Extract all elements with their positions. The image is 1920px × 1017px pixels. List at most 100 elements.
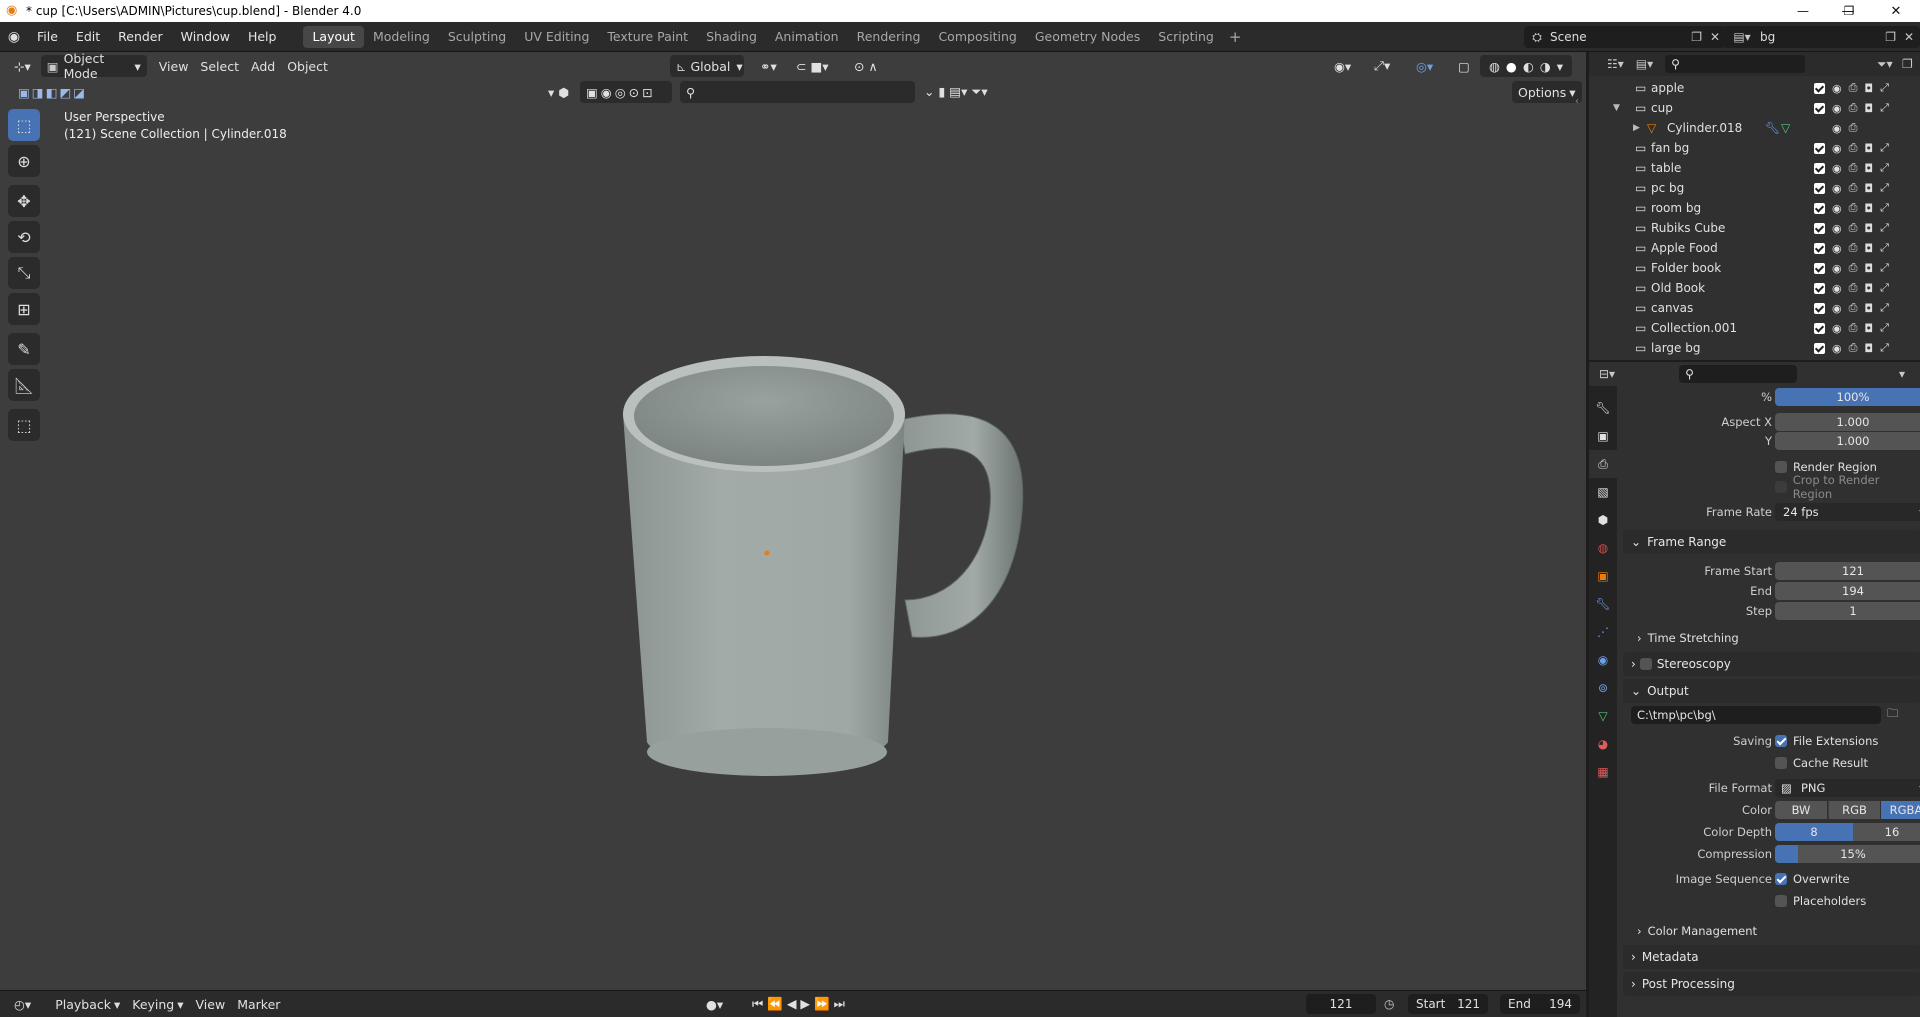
aspect-y-field[interactable]: 1.000 [1775,432,1920,450]
output-tab-icon[interactable]: ⎙ [1589,450,1617,478]
3d-viewport[interactable]: ⊹▾ ▣ Object Mode ▾ View Select Add Objec… [0,52,1586,990]
start-frame-field[interactable]: Start 121 [1408,994,1488,1014]
indirect-only-icon[interactable]: ⤢ [1880,281,1889,295]
file-format-dropdown[interactable]: ▨PNG▾ [1775,779,1920,797]
holdout-icon[interactable]: ◘ [1864,302,1873,315]
outliner-row[interactable]: ▼ ▭ cup ◉ ⎙ ◘ ⤢ [1589,98,1920,118]
frame-start-field[interactable]: 121 [1775,562,1920,580]
scene-tab-icon[interactable]: ⬢ [1589,506,1617,534]
timeline-editor-icon[interactable]: ◴▾ [8,993,37,1015]
folder-icon[interactable]: 🗀︎ [1887,706,1899,725]
tab-sculpting[interactable]: Sculpting [439,26,515,48]
camera-icon[interactable]: ⎙ [1849,201,1858,215]
outliner-row[interactable]: ▭ Folder book ◉ ⎙ ◘ ⤢ [1589,258,1920,278]
holdout-icon[interactable]: ◘ [1864,102,1873,115]
exclude-checkbox[interactable] [1814,162,1825,174]
indirect-only-icon[interactable]: ⤢ [1880,321,1889,335]
crop-region-checkbox[interactable]: Crop to Render Region [1775,473,1920,501]
outliner-row[interactable]: ▭ pc bg ◉ ⎙ ◘ ⤢ [1589,178,1920,198]
exclude-checkbox[interactable] [1814,342,1825,354]
camera-icon[interactable]: ⎙ [1849,321,1858,335]
color-management-subpanel[interactable]: › Color Management [1637,922,1920,940]
camera-icon[interactable]: ⎙ [1849,341,1858,355]
indirect-only-icon[interactable]: ⤢ [1880,81,1889,95]
eye-icon[interactable]: ◉ [1832,82,1842,95]
exclude-checkbox[interactable] [1814,242,1825,254]
collapse-arrow-icon[interactable]: ▼ [1613,103,1620,113]
frame-end-field[interactable]: 194 [1775,582,1920,600]
eye-icon[interactable]: ◉ [1832,142,1842,155]
holdout-icon[interactable]: ◘ [1864,262,1873,275]
tab-geometry-nodes[interactable]: Geometry Nodes [1026,26,1149,48]
properties-editor-icon[interactable]: ⊟▾ [1599,367,1615,381]
outliner-row[interactable]: ▭ Collection.001 ◉ ⎙ ◘ ⤢ [1589,318,1920,338]
frame-rate-dropdown[interactable]: 24 fps▾ [1775,503,1920,521]
object-tab-icon[interactable]: ▣ [1589,562,1617,590]
tab-compositing[interactable]: Compositing [929,26,1025,48]
tool-tab-icon[interactable]: 🔧︎ [1589,394,1617,422]
tab-texture-paint[interactable]: Texture Paint [598,26,697,48]
camera-icon[interactable]: ⎙ [1849,281,1858,295]
scene-selector[interactable]: ⛭ Scene ❐ ✕ [1524,26,1726,48]
camera-icon[interactable]: ⎙ [1849,261,1858,275]
color-bw-option[interactable]: BW [1775,801,1827,819]
tab-uv-editing[interactable]: UV Editing [515,26,598,48]
render-tab-icon[interactable]: ▣ [1589,422,1617,450]
holdout-icon[interactable]: ◘ [1864,282,1873,295]
menu-render[interactable]: Render [109,22,172,52]
view-layer-tab-icon[interactable]: ▧ [1589,478,1617,506]
minimize-button-2[interactable]: — [1780,0,1826,22]
outliner-row[interactable]: ▭ large bg ◉ ⎙ ◘ ⤢ [1589,338,1920,358]
file-extensions-checkbox[interactable]: File Extensions [1775,734,1878,748]
render-region-checkbox[interactable]: Render Region [1775,460,1877,474]
pin-dropdown-icon[interactable]: ▾ [1899,367,1905,381]
menu-help[interactable]: Help [239,22,286,52]
exclude-checkbox[interactable] [1814,202,1825,214]
tab-modeling[interactable]: Modeling [364,26,439,48]
outliner-row[interactable]: ▭ Rubiks Cube ◉ ⎙ ◘ ⤢ [1589,218,1920,238]
eye-icon[interactable]: ◉ [1832,342,1842,355]
exclude-checkbox[interactable] [1814,282,1825,294]
outliner-row[interactable]: ▭ Apple Food ◉ ⎙ ◘ ⤢ [1589,238,1920,258]
eye-icon[interactable]: ◉ [1832,202,1842,215]
color-rgb-option[interactable]: RGB [1828,801,1880,819]
camera-icon[interactable]: ⎙ [1849,101,1858,115]
outliner-search[interactable]: ⚲ [1665,55,1806,73]
camera-icon[interactable]: ⎙ [1849,181,1858,195]
aspect-x-field[interactable]: 1.000 [1775,413,1920,431]
eye-icon[interactable]: ◉ [1832,102,1842,115]
texture-tab-icon[interactable]: ▦ [1589,758,1617,786]
physics-tab-icon[interactable]: ◉ [1589,646,1617,674]
expand-arrow-icon[interactable]: ▶ [1633,123,1640,133]
frame-step-field[interactable]: 1 [1775,602,1920,620]
menu-edit[interactable]: Edit [67,22,109,52]
frame-range-section[interactable]: ⌄ Frame Range [1623,530,1920,554]
exclude-checkbox[interactable] [1814,102,1825,114]
end-frame-field[interactable]: End 194 [1500,994,1580,1014]
camera-icon[interactable]: ⎙ [1849,221,1858,235]
new-collection-icon[interactable]: ❐ [1902,57,1913,71]
delete-viewlayer-icon[interactable]: ✕ [1904,30,1914,44]
indirect-only-icon[interactable]: ⤢ [1880,201,1889,215]
record-icon[interactable]: ●▾ [700,993,729,1015]
outliner-row[interactable]: ▭ room bg ◉ ⎙ ◘ ⤢ [1589,198,1920,218]
indirect-only-icon[interactable]: ⤢ [1880,241,1889,255]
holdout-icon[interactable]: ◘ [1864,322,1873,335]
tab-shading[interactable]: Shading [697,26,766,48]
camera-icon[interactable]: ⎙ [1849,141,1858,155]
modifier-tab-icon[interactable]: 🔧︎ [1589,590,1617,618]
indirect-only-icon[interactable]: ⤢ [1880,301,1889,315]
particles-tab-icon[interactable]: ⋰ [1589,618,1617,646]
exclude-checkbox[interactable] [1814,322,1825,334]
outliner-row[interactable]: ▭ fan bg ◉ ⎙ ◘ ⤢ [1589,138,1920,158]
indirect-only-icon[interactable]: ⤢ [1880,261,1889,275]
menu-keying[interactable]: Keying ▾ [126,993,189,1015]
clock-icon[interactable]: ◷ [1384,997,1394,1011]
holdout-icon[interactable]: ◘ [1864,162,1873,175]
menu-marker[interactable]: Marker [231,993,286,1015]
outliner-row[interactable]: ▭ canvas ◉ ⎙ ◘ ⤢ [1589,298,1920,318]
eye-icon[interactable]: ◉ [1832,302,1842,315]
exclude-checkbox[interactable] [1814,262,1825,274]
add-workspace-button[interactable]: + [1223,28,1248,46]
exclude-checkbox[interactable] [1814,142,1825,154]
